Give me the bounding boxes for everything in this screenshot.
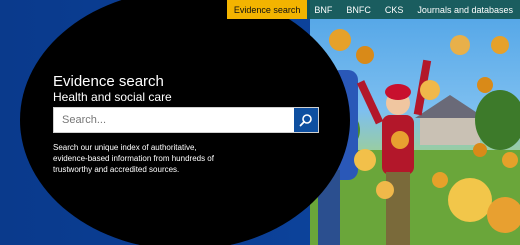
nav-item-journals-and-databases[interactable]: Journals and databases [410,0,520,19]
nav-item-bnfc[interactable]: BNFC [339,0,378,19]
top-navigation: Evidence search BNF BNFC CKS Journals an… [226,0,520,19]
nav-item-evidence-search[interactable]: Evidence search [226,0,308,19]
search-icon [299,114,312,127]
nav-item-bnf[interactable]: BNF [307,0,339,19]
search-input[interactable] [54,108,294,132]
search-button[interactable] [294,108,318,132]
page-title: Evidence search [53,73,164,90]
page-subtitle: Health and social care [53,90,172,104]
search-form [53,107,319,133]
nav-item-cks[interactable]: CKS [378,0,411,19]
search-description: Search our unique index of authoritative… [53,143,214,174]
